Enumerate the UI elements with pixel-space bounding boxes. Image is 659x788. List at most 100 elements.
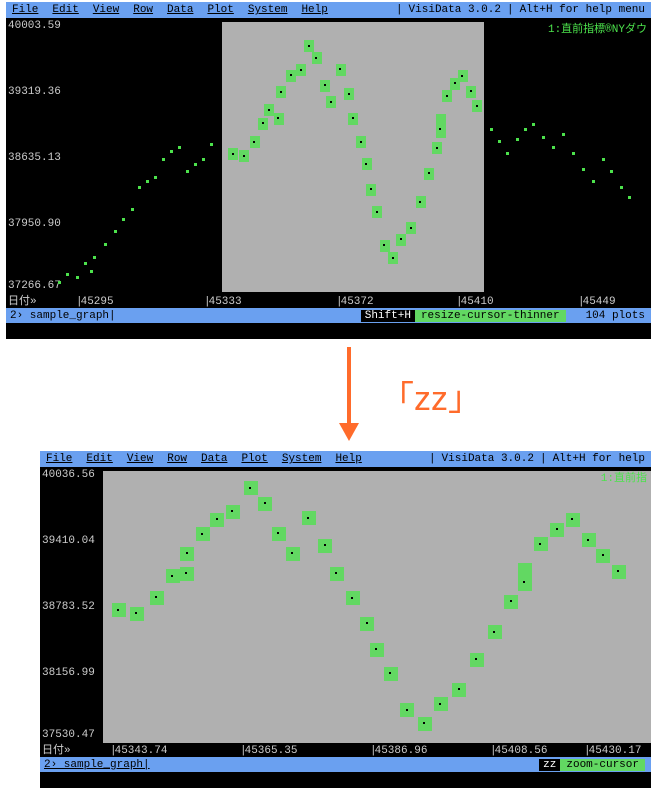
plot-point: [258, 118, 268, 130]
plot-point: [93, 256, 96, 259]
plot-point: [130, 607, 144, 621]
arrow-down-icon: [335, 345, 375, 443]
plot-point: [276, 86, 286, 98]
y-tick: 40036.56: [42, 469, 95, 481]
menu-plot[interactable]: Plot: [241, 453, 267, 465]
plot-point: [146, 180, 149, 183]
plot-point: [572, 152, 575, 155]
plot-point: [122, 218, 125, 221]
help-hint: Alt+H for help menu: [520, 4, 645, 16]
y-tick: 38156.99: [42, 667, 95, 679]
menu-view[interactable]: View: [93, 4, 119, 16]
plot-count: 104 plots: [586, 310, 645, 322]
menu-row[interactable]: Row: [133, 4, 153, 16]
plot-point: [498, 140, 501, 143]
plot-point: [356, 136, 366, 148]
plot-point: [372, 206, 382, 218]
menu-edit[interactable]: Edit: [86, 453, 112, 465]
plot-point: [518, 563, 532, 591]
plot-point: [272, 527, 286, 541]
plot-point: [210, 513, 224, 527]
plot-point: [434, 697, 448, 711]
plot-point: [458, 70, 468, 82]
menu-plot[interactable]: Plot: [207, 4, 233, 16]
menu-data[interactable]: Data: [167, 4, 193, 16]
plot-area[interactable]: 1:直前指 40036.56 39410.04 38783.52 38156.9…: [40, 467, 651, 757]
plot-point: [532, 123, 535, 126]
x-tick: 45372: [336, 296, 374, 308]
plot-point: [582, 168, 585, 171]
plot-point: [400, 703, 414, 717]
plot-point: [162, 158, 165, 161]
key-hint: zz: [539, 759, 560, 771]
plot-point: [418, 717, 432, 731]
y-tick: 37266.67: [8, 280, 61, 292]
plot-point: [194, 163, 197, 166]
menu-system[interactable]: System: [248, 4, 288, 16]
plot-point: [150, 591, 164, 605]
menu-file[interactable]: File: [46, 453, 72, 465]
x-tick: 45430.17: [584, 745, 641, 757]
plot-point: [370, 643, 384, 657]
app-version: VisiData 3.0.2: [409, 4, 501, 16]
x-tick: 45343.74: [110, 745, 167, 757]
plot-point: [228, 148, 238, 160]
plot-point: [504, 595, 518, 609]
plot-point: [239, 150, 249, 162]
menu-edit[interactable]: Edit: [52, 4, 78, 16]
x-axis-label: 日付»: [42, 741, 71, 757]
x-tick: 45410: [456, 296, 494, 308]
plot-point: [472, 100, 482, 112]
menu-system[interactable]: System: [282, 453, 322, 465]
plot-point: [360, 617, 374, 631]
x-tick: 45386.96: [370, 745, 427, 757]
x-tick: 45333: [204, 296, 242, 308]
plot-point: [330, 567, 344, 581]
series-legend: 1:直前指: [601, 469, 647, 485]
x-axis: 日付» 45343.74 45365.35 45386.96 45408.56 …: [40, 743, 651, 757]
series-legend: 1:直前指標®NYダウ: [548, 20, 647, 36]
plot-point: [84, 262, 87, 265]
y-tick: 39410.04: [42, 535, 95, 547]
plot-area[interactable]: 1:直前指標®NYダウ 40003.59 39319.36 38635.13 3…: [6, 18, 651, 308]
plot-point: [396, 234, 406, 246]
plot-point: [380, 240, 390, 252]
menu-help[interactable]: Help: [301, 4, 327, 16]
menu-view[interactable]: View: [127, 453, 153, 465]
plot-point: [286, 547, 300, 561]
plot-point: [592, 180, 595, 183]
plot-point: [196, 527, 210, 541]
plot-point: [202, 158, 205, 161]
plot-point: [432, 142, 442, 154]
menu-data[interactable]: Data: [201, 453, 227, 465]
plot-point: [336, 64, 346, 76]
menu-file[interactable]: File: [12, 4, 38, 16]
menu-help[interactable]: Help: [335, 453, 361, 465]
sheet-name: 2› sample_graph|: [40, 759, 150, 771]
app-version: VisiData 3.0.2: [442, 453, 534, 465]
x-tick: 45365.35: [240, 745, 297, 757]
plot-point: [384, 667, 398, 681]
plot-point: [326, 96, 336, 108]
plot-point: [436, 114, 446, 138]
plot-point: [312, 52, 322, 64]
menu-row[interactable]: Row: [167, 453, 187, 465]
plot-point: [452, 683, 466, 697]
annotation: 「zz」: [0, 339, 659, 449]
plot-point: [138, 186, 141, 189]
plot-point: [542, 136, 545, 139]
cursor-rect[interactable]: [222, 22, 484, 292]
plot-point: [442, 90, 452, 102]
cursor-rect[interactable]: [103, 471, 651, 743]
plot-point: [112, 603, 126, 617]
sheet-name: 2› sample_graph|: [6, 310, 116, 322]
plot-point: [388, 252, 398, 264]
y-tick: 37530.47: [42, 729, 95, 741]
y-tick: 40003.59: [8, 20, 61, 32]
plot-point: [552, 146, 555, 149]
terminal-before-zoom: File Edit View Row Data Plot System Help…: [6, 2, 651, 339]
x-axis: 日付» 45295 45333 45372 45410 45449: [6, 294, 651, 308]
plot-point: [348, 113, 358, 125]
status-bar: 2› sample_graph| zz zoom-cursor: [40, 757, 651, 772]
plot-point: [366, 184, 376, 196]
